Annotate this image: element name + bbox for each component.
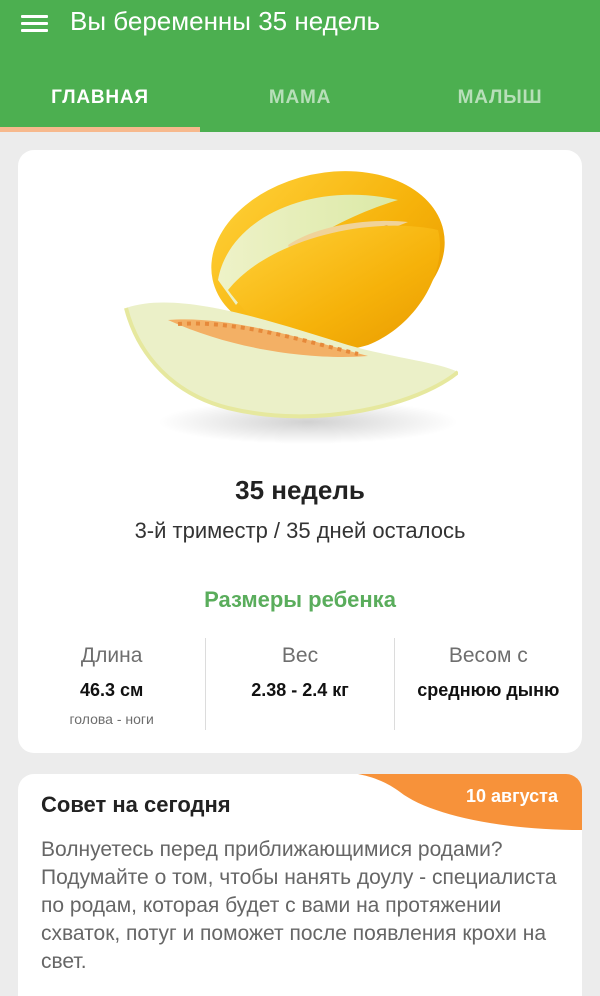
- trimester-text: 3-й триместр / 35 дней осталось: [134, 518, 466, 543]
- week-label: 35 недель: [235, 475, 365, 505]
- tip-text: Волнуетесь перед приближающимися родами?…: [41, 838, 557, 973]
- baby-sizes-title: Размеры ребенка: [204, 587, 396, 612]
- tab-bar: ГЛАВНАЯ МАМА МАЛЫШ: [0, 76, 600, 132]
- app-bar: Вы беременны 35 недель ГЛАВНАЯ МАМА МАЛЫ…: [0, 0, 600, 132]
- metric-length-label: Длина: [80, 644, 143, 667]
- app-title: Вы беременны 35 недель: [70, 6, 381, 36]
- metric-weight-value: 2.38 - 2.4 кг: [251, 680, 349, 700]
- menu-icon[interactable]: [18, 12, 52, 36]
- metric-comparison: Весом с среднюю дыню: [393, 638, 582, 730]
- metric-weight-label: Вес: [281, 644, 319, 667]
- metric-length-note: голова - ноги: [69, 711, 154, 727]
- metric-comparison-value: среднюю дыню: [417, 680, 560, 700]
- metric-comparison-label: Весом с: [448, 644, 528, 667]
- tab-home[interactable]: ГЛАВНАЯ: [0, 76, 200, 132]
- tab-mom[interactable]: МАМА: [200, 76, 400, 132]
- tip-date: 10 августа: [466, 786, 558, 806]
- daily-tip-card[interactable]: 10 августа Совет на сегодня Волнуетесь п…: [18, 774, 582, 996]
- tab-mom-label: МАМА: [268, 87, 332, 108]
- metric-weight: Вес 2.38 - 2.4 кг: [205, 638, 393, 730]
- tab-indicator: [0, 127, 200, 132]
- pregnancy-week-card: 35 недель 3-й триместр / 35 дней осталос…: [18, 150, 582, 753]
- melon-image: [124, 171, 458, 444]
- tab-baby[interactable]: МАЛЫШ: [400, 76, 600, 132]
- metric-length-value: 46.3 см: [79, 680, 144, 700]
- metric-length: Длина 46.3 см голова - ноги: [18, 638, 205, 730]
- baby-metrics: Длина 46.3 см голова - ноги Вес 2.38 - 2…: [18, 638, 582, 730]
- tip-title: Совет на сегодня: [41, 792, 231, 817]
- tab-home-label: ГЛАВНАЯ: [51, 87, 149, 108]
- tab-baby-label: МАЛЫШ: [457, 87, 543, 108]
